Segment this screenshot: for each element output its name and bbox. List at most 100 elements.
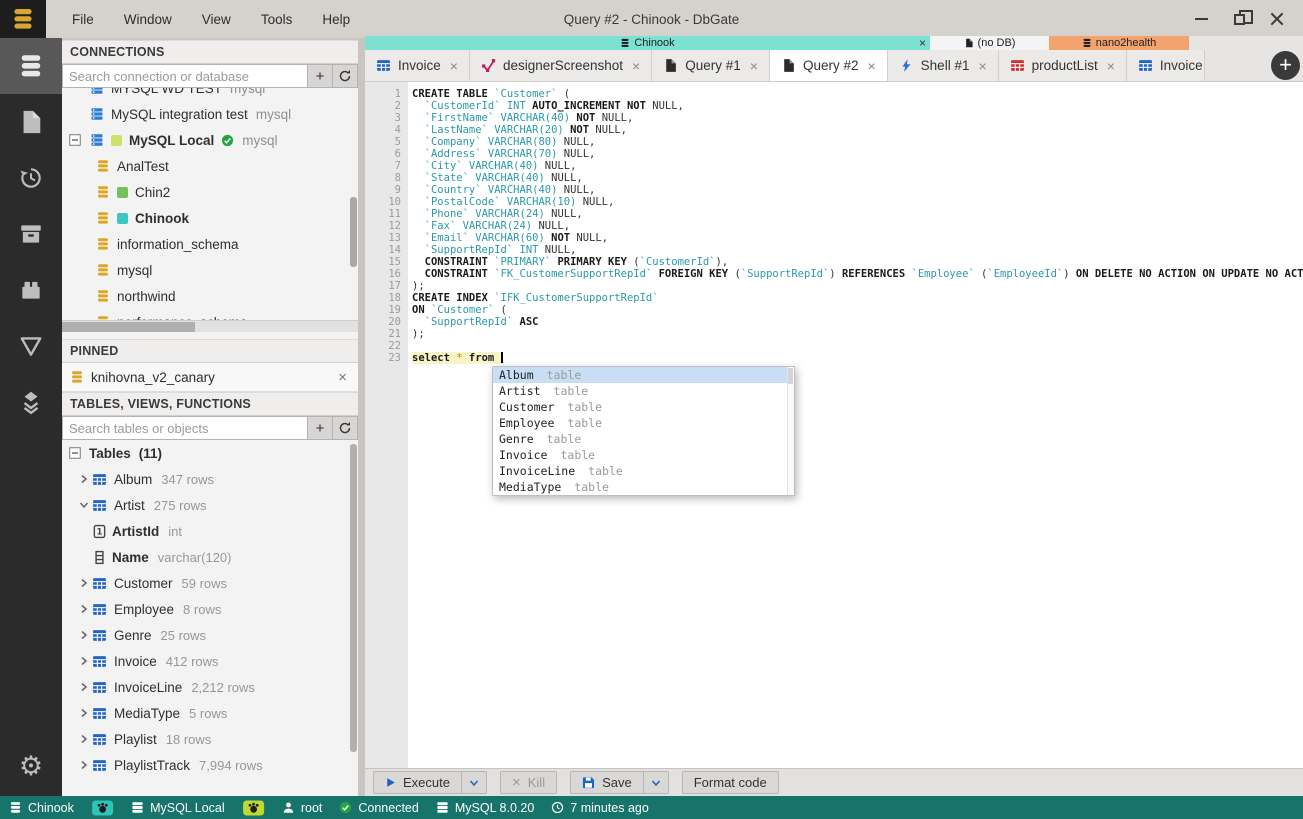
chevron-right-icon[interactable] <box>76 578 92 588</box>
chevron-right-icon[interactable] <box>76 708 92 718</box>
add-connection-button[interactable]: + <box>308 64 333 88</box>
table-item[interactable]: Album 347 rows <box>62 466 358 492</box>
close-tab-button[interactable]: × <box>978 58 986 74</box>
table-item[interactable]: Genre 25 rows <box>62 622 358 648</box>
autocomplete-item[interactable]: Employee table <box>493 415 794 431</box>
execute-button[interactable]: Execute <box>373 771 462 794</box>
column-item[interactable]: Name varchar(120) <box>62 544 358 570</box>
autocomplete-item[interactable]: Customer table <box>493 399 794 415</box>
connection-item[interactable]: MYSQL WD TEST mysql <box>62 88 358 101</box>
tab-productlist[interactable]: productList × <box>998 50 1127 81</box>
menu-window[interactable]: Window <box>112 8 184 31</box>
chevron-right-icon[interactable] <box>76 760 92 770</box>
close-tab-button[interactable]: × <box>632 58 640 74</box>
table-item[interactable]: InvoiceLine 2,212 rows <box>62 674 358 700</box>
table-item[interactable]: Playlist 18 rows <box>62 726 358 752</box>
menu-file[interactable]: File <box>60 8 106 31</box>
tab-shell-1[interactable]: Shell #1 × <box>887 50 999 81</box>
menu-tools[interactable]: Tools <box>249 8 305 31</box>
chevron-right-icon[interactable] <box>76 604 92 614</box>
chevron-right-icon[interactable] <box>76 656 92 666</box>
column-item[interactable]: 1 ArtistId int <box>62 518 358 544</box>
tables-search-input[interactable] <box>62 416 308 440</box>
refresh-connections-button[interactable] <box>333 64 358 88</box>
autocomplete-item[interactable]: Genre table <box>493 431 794 447</box>
table-item[interactable]: PlaylistTrack 7,994 rows <box>62 752 358 778</box>
close-tab-button[interactable]: × <box>750 58 758 74</box>
save-button-group: Save <box>570 771 669 794</box>
menu-view[interactable]: View <box>190 8 243 31</box>
save-button[interactable]: Save <box>570 771 644 794</box>
rail-plugins-button[interactable] <box>0 262 62 318</box>
table-item[interactable]: Employee 8 rows <box>62 596 358 622</box>
chevron-right-icon[interactable] <box>76 682 92 692</box>
connection-item[interactable]: MySQL integration test mysql <box>62 101 358 127</box>
restore-button[interactable] <box>1225 5 1253 33</box>
tab-invoice[interactable]: Invoice <box>1126 50 1205 81</box>
minimize-button[interactable] <box>1187 5 1215 33</box>
connection-color-swatch[interactable] <box>242 800 265 816</box>
rail-connections-button[interactable] <box>0 38 62 94</box>
close-tab-button[interactable]: × <box>450 58 458 74</box>
table-item[interactable]: Invoice 412 rows <box>62 648 358 674</box>
save-dropdown-button[interactable] <box>643 771 669 794</box>
sql-editor[interactable]: 1 2 3 4 5 6 7 8 9 10 11 12 13 14 15 16 17 18 19 20 21 22 23 CR… <box>365 82 1303 768</box>
close-tab-button[interactable]: × <box>1107 58 1115 74</box>
tab-invoice[interactable]: Invoice × <box>365 50 470 81</box>
tab-group-chinook[interactable]: Chinook × <box>365 36 930 50</box>
connection-item[interactable]: northwind <box>62 283 358 309</box>
collapse-toggle[interactable] <box>69 447 81 459</box>
autocomplete-item[interactable]: Artist table <box>493 383 794 399</box>
tab-designerscreenshot[interactable]: designerScreenshot × <box>469 50 653 81</box>
autocomplete-item[interactable]: InvoiceLine table <box>493 463 794 479</box>
collapse-toggle[interactable] <box>69 134 81 146</box>
new-tab-button[interactable]: + <box>1271 51 1300 80</box>
tables-vertical-scrollbar[interactable] <box>350 444 357 752</box>
rail-settings-button[interactable]: ⚙ <box>0 736 62 796</box>
kill-button[interactable]: × Kill <box>499 771 558 794</box>
rail-single-database-button[interactable] <box>0 318 62 374</box>
close-tab-button[interactable]: × <box>867 58 875 74</box>
connection-item[interactable]: Chinook <box>62 205 358 231</box>
connection-item[interactable]: mysql <box>62 257 358 283</box>
tab-query-2[interactable]: Query #2 × <box>769 50 888 81</box>
connection-item[interactable]: information_schema <box>62 231 358 257</box>
rail-compare-button[interactable] <box>0 374 62 430</box>
chevron-down-icon[interactable] <box>76 500 92 510</box>
menu-help[interactable]: Help <box>310 8 362 31</box>
connection-item[interactable]: AnalTest <box>62 153 358 179</box>
rail-archive-button[interactable] <box>0 206 62 262</box>
execute-dropdown-button[interactable] <box>461 771 487 794</box>
unpin-button[interactable]: × <box>335 370 350 385</box>
database-color-swatch[interactable] <box>91 800 114 816</box>
tab-group--no-db-[interactable]: (no DB) <box>930 36 1049 50</box>
chevron-right-icon[interactable] <box>76 474 92 484</box>
connections-vertical-scrollbar[interactable] <box>350 197 357 267</box>
table-item[interactable]: Customer 59 rows <box>62 570 358 596</box>
connection-item[interactable]: Chin2 <box>62 179 358 205</box>
close-button[interactable] <box>1263 5 1291 33</box>
connections-horizontal-scrollbar[interactable] <box>62 320 358 332</box>
chevron-right-icon[interactable] <box>76 734 92 744</box>
table-item[interactable]: MediaType 5 rows <box>62 700 358 726</box>
rail-query-history-button[interactable] <box>0 150 62 206</box>
connections-search-input[interactable] <box>62 64 308 88</box>
table-item[interactable]: Artist 275 rows <box>62 492 358 518</box>
rail-files-button[interactable] <box>0 94 62 150</box>
autocomplete-item[interactable]: MediaType table <box>493 479 794 495</box>
tab-query-1[interactable]: Query #1 × <box>652 50 770 81</box>
connection-item[interactable]: MySQL Local mysql <box>62 127 358 153</box>
autocomplete-scrollbar[interactable] <box>787 367 794 495</box>
autocomplete-item[interactable]: Album table <box>493 367 794 383</box>
tables-root-item[interactable]: Tables (11) <box>62 440 358 466</box>
autocomplete-item[interactable]: Invoice table <box>493 447 794 463</box>
pinned-item[interactable]: knihovna_v2_canary × <box>62 363 358 392</box>
scrollbar-thumb[interactable] <box>62 322 196 332</box>
add-object-button[interactable]: + <box>308 416 333 440</box>
chevron-right-icon[interactable] <box>76 630 92 640</box>
refresh-tables-button[interactable] <box>333 416 358 440</box>
row-count: 347 rows <box>161 471 215 487</box>
format-code-button[interactable]: Format code <box>681 771 779 794</box>
tab-group-nano2health[interactable]: nano2health <box>1049 36 1189 50</box>
close-group-button[interactable]: × <box>919 36 926 50</box>
